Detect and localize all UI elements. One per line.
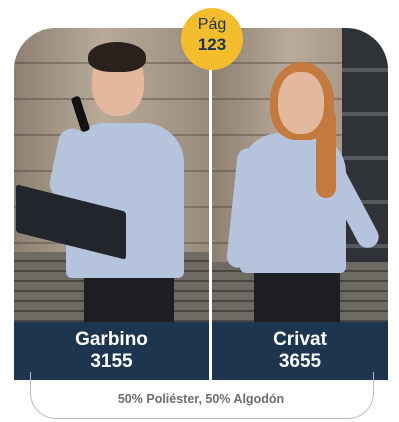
product-card: Garbino 3155 Crivat 3655 bbox=[14, 28, 388, 380]
page-number: 123 bbox=[197, 35, 227, 54]
product-code: 3655 bbox=[278, 351, 322, 372]
crivat-photo bbox=[212, 28, 388, 322]
page-label: Pág bbox=[197, 16, 227, 33]
page-badge: Pág 123 bbox=[181, 8, 243, 70]
product-name: Crivat bbox=[273, 329, 327, 350]
product-code: 3155 bbox=[90, 351, 133, 372]
material-text: 50% Poliéster, 50% Algodón bbox=[117, 392, 285, 406]
garbino-photo bbox=[14, 28, 209, 322]
product-name: Garbino bbox=[75, 329, 148, 350]
